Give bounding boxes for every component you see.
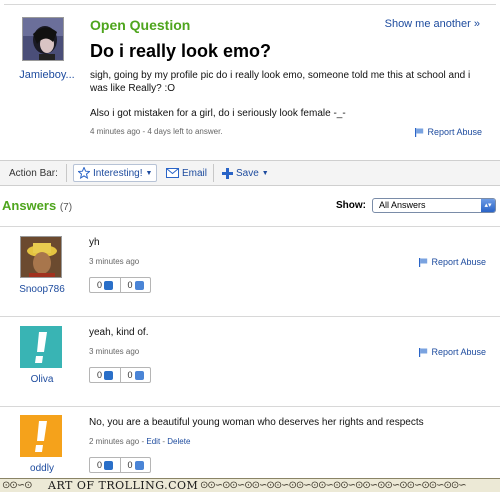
watermark-text: ART OF TROLLING.COM bbox=[48, 479, 199, 492]
thumbs-up-icon bbox=[104, 460, 113, 470]
answers-title: Answers bbox=[2, 198, 57, 213]
chevron-down-icon: ▼ bbox=[261, 169, 269, 177]
thumbs-down-icon bbox=[134, 460, 144, 470]
thumbs-up-count: 0 bbox=[96, 280, 102, 290]
thumbs-down-icon bbox=[134, 280, 144, 290]
delete-link[interactable]: Delete bbox=[167, 437, 190, 446]
flag-icon bbox=[419, 347, 428, 357]
thumbs-up-count: 0 bbox=[96, 370, 102, 380]
report-abuse-label: Report Abuse bbox=[427, 127, 482, 137]
vote-widget: 0 0 bbox=[89, 457, 151, 473]
answer-item: Snoop786 yh 3 minutes ago Report Abuse 0… bbox=[0, 226, 500, 316]
thumbs-down-icon bbox=[134, 370, 144, 380]
answer-item: oddly No, you are a beautiful young woma… bbox=[0, 406, 500, 478]
flag-icon bbox=[415, 127, 424, 137]
answerer-avatar[interactable] bbox=[20, 415, 62, 457]
thumbs-down-count: 0 bbox=[127, 280, 133, 290]
thumbs-up-count: 0 bbox=[96, 460, 102, 470]
question-title: Do i really look emo? bbox=[90, 41, 272, 61]
envelope-icon bbox=[166, 168, 179, 178]
answerer-name-link[interactable]: Oliva bbox=[6, 374, 78, 385]
report-abuse-label: Report Abuse bbox=[431, 257, 486, 267]
thumbs-down-count: 0 bbox=[127, 460, 133, 470]
show-filter-value: All Answers bbox=[379, 200, 426, 210]
divider bbox=[213, 164, 214, 182]
chevron-down-icon: ▼ bbox=[145, 169, 153, 177]
thumbs-down-button[interactable]: 0 bbox=[120, 278, 150, 292]
interesting-button[interactable]: Interesting! ▼ bbox=[73, 164, 158, 182]
question-body-paragraph: Also i got mistaken for a girl, do i ser… bbox=[90, 108, 346, 119]
answerer-avatar[interactable] bbox=[20, 326, 62, 368]
thumbs-up-button[interactable]: 0 bbox=[90, 458, 120, 472]
answer-meta: 2 minutes ago - Edit - Delete bbox=[89, 437, 191, 446]
answerer-name-link[interactable]: oddly bbox=[6, 463, 78, 474]
vote-widget: 0 0 bbox=[89, 367, 151, 383]
thumbs-up-icon bbox=[104, 280, 113, 290]
answerer-photo-icon bbox=[21, 237, 61, 277]
show-filter-select[interactable]: All Answers ▴▾ bbox=[372, 198, 496, 213]
answer-item: Oliva yeah, kind of. 3 minutes ago Repor… bbox=[0, 316, 500, 406]
divider bbox=[66, 164, 67, 182]
interesting-label: Interesting! bbox=[93, 167, 143, 179]
action-bar-label: Action Bar: bbox=[9, 168, 58, 179]
question-type-label: Open Question bbox=[90, 17, 191, 33]
thumbs-down-button[interactable]: 0 bbox=[120, 368, 150, 382]
star-icon bbox=[78, 167, 90, 179]
question-meta: 4 minutes ago - 4 days left to answer. bbox=[90, 127, 223, 136]
answer-report-abuse-link[interactable]: Report Abuse bbox=[419, 257, 486, 267]
exclamation-avatar-icon bbox=[20, 326, 62, 368]
email-label: Email bbox=[182, 167, 208, 179]
thumbs-up-button[interactable]: 0 bbox=[90, 278, 120, 292]
question-report-abuse-link[interactable]: Report Abuse bbox=[415, 127, 482, 137]
question-body: sigh, going by my profile pic do i reall… bbox=[90, 69, 488, 120]
answerer-name-link[interactable]: Snoop786 bbox=[6, 284, 78, 295]
save-button[interactable]: Save ▼ bbox=[218, 164, 273, 182]
ornament-left-icon: ⊙⊙∽⊙ bbox=[2, 480, 32, 491]
asker-photo-icon bbox=[23, 18, 63, 60]
email-button[interactable]: Email bbox=[162, 164, 211, 182]
question-body-paragraph: sigh, going by my profile pic do i reall… bbox=[90, 70, 471, 94]
answer-meta: 3 minutes ago bbox=[89, 347, 140, 356]
show-another-link[interactable]: Show me another » bbox=[385, 18, 480, 30]
answer-time: 2 minutes ago - bbox=[89, 437, 147, 446]
answer-text: No, you are a beautiful young woman who … bbox=[89, 417, 424, 428]
thumbs-up-icon bbox=[104, 370, 113, 380]
answers-count: (7) bbox=[59, 202, 73, 213]
select-arrows-icon: ▴▾ bbox=[481, 199, 495, 212]
plus-icon bbox=[222, 167, 233, 179]
report-abuse-label: Report Abuse bbox=[431, 347, 486, 357]
ornament-right-icon: ⊙⊙∽⊙⊙∽⊙⊙∽⊙⊙∽⊙⊙∽⊙⊙∽⊙⊙∽⊙⊙∽⊙⊙∽⊙⊙∽⊙⊙∽⊙⊙∽ bbox=[200, 480, 467, 491]
answerer-avatar[interactable] bbox=[20, 236, 62, 278]
answer-text: yh bbox=[89, 237, 100, 248]
thumbs-down-button[interactable]: 0 bbox=[120, 458, 150, 472]
answer-report-abuse-link[interactable]: Report Abuse bbox=[419, 347, 486, 357]
watermark-footer: ⊙⊙∽⊙ ART OF TROLLING.COM ⊙⊙∽⊙⊙∽⊙⊙∽⊙⊙∽⊙⊙∽… bbox=[0, 478, 500, 492]
edit-link[interactable]: Edit bbox=[146, 437, 160, 446]
vote-widget: 0 0 bbox=[89, 277, 151, 293]
save-label: Save bbox=[236, 167, 259, 179]
asker-name-link[interactable]: Jamieboy... bbox=[10, 69, 84, 81]
show-filter-label: Show: bbox=[336, 200, 366, 211]
exclamation-avatar-icon bbox=[20, 415, 62, 457]
flag-icon bbox=[419, 257, 428, 267]
thumbs-down-count: 0 bbox=[127, 370, 133, 380]
answer-meta: 3 minutes ago bbox=[89, 257, 140, 266]
action-bar: Action Bar: Interesting! ▼ Email Save ▼ bbox=[0, 160, 500, 186]
thumbs-up-button[interactable]: 0 bbox=[90, 368, 120, 382]
answer-text: yeah, kind of. bbox=[89, 327, 149, 338]
asker-avatar[interactable] bbox=[22, 17, 64, 61]
question-panel: Jamieboy... Open Question Show me anothe… bbox=[4, 4, 496, 154]
answers-heading: Answers (7) bbox=[2, 198, 72, 213]
